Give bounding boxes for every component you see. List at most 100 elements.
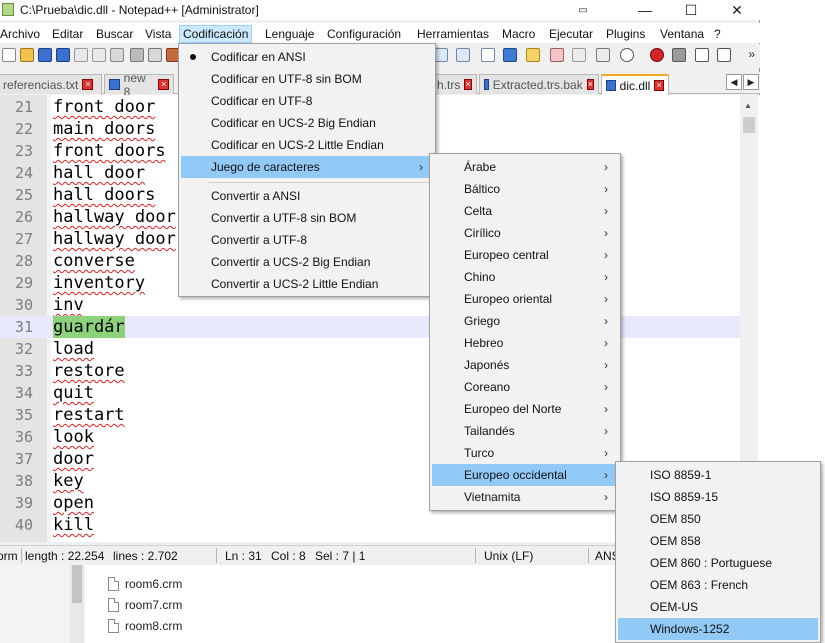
code-line[interactable]: 36 look: [0, 426, 740, 448]
western-encoding-item[interactable]: Windows-1252: [618, 618, 818, 640]
menu-macro[interactable]: Macro: [499, 25, 538, 43]
menu-item-encode-ansi[interactable]: Codificar en ANSI: [181, 46, 433, 68]
doc-map-icon[interactable]: [503, 48, 517, 62]
open-file-icon[interactable]: [20, 48, 34, 62]
charset-item[interactable]: Árabe ›: [432, 156, 618, 178]
file-item[interactable]: room8.crm: [108, 616, 182, 636]
print-icon[interactable]: [110, 48, 124, 62]
menu-ejecutar[interactable]: Ejecutar: [546, 25, 596, 43]
cut-icon[interactable]: [130, 48, 144, 62]
menu-editar[interactable]: Editar: [49, 25, 86, 43]
charset-item[interactable]: Europeo central ›: [432, 244, 618, 266]
code-line[interactable]: 34 quit: [0, 382, 740, 404]
maximize-button[interactable]: ☐: [676, 0, 706, 20]
menu-ventana[interactable]: Ventana: [657, 25, 707, 43]
current-line[interactable]: 31 guardár: [0, 316, 740, 338]
scroll-thumb[interactable]: [743, 117, 755, 133]
charset-item[interactable]: Coreano ›: [432, 376, 618, 398]
charset-item[interactable]: Europeo oriental ›: [432, 288, 618, 310]
close-tab-icon[interactable]: ×: [158, 79, 170, 90]
close-file-icon[interactable]: [74, 48, 88, 62]
charset-item[interactable]: Tailandés ›: [432, 420, 618, 442]
show-all-chars-icon[interactable]: [481, 48, 495, 62]
menu-item-convert-utf8[interactable]: Convertir a UTF-8: [181, 229, 433, 251]
play-macro-icon[interactable]: [695, 48, 709, 62]
charset-item[interactable]: Báltico ›: [432, 178, 618, 200]
charset-item[interactable]: Chino ›: [432, 266, 618, 288]
menu-vista[interactable]: Vista: [142, 25, 174, 43]
wrap-icon[interactable]: [434, 48, 448, 62]
folder-workspace-icon[interactable]: [526, 48, 540, 62]
indent-guide-icon[interactable]: [456, 48, 470, 62]
close-button[interactable]: ✕: [722, 0, 752, 20]
menu-item-convert-ucs2-le[interactable]: Convertir a UCS-2 Little Endian: [181, 273, 433, 295]
charset-item[interactable]: Griego ›: [432, 310, 618, 332]
stop-macro-icon[interactable]: [672, 48, 686, 62]
file-item[interactable]: room6.crm: [108, 574, 182, 594]
menu-item-convert-ucs2-be[interactable]: Convertir a UCS-2 Big Endian: [181, 251, 433, 273]
tab-scroll-left-button[interactable]: ◀: [726, 74, 742, 90]
menu-help[interactable]: ?: [711, 25, 724, 43]
close-tab-icon[interactable]: ×: [464, 79, 472, 90]
copy-icon[interactable]: [148, 48, 162, 62]
charset-item[interactable]: Cirílico ›: [432, 222, 618, 244]
menu-codificacion[interactable]: Codificación: [179, 25, 253, 43]
western-encoding-item[interactable]: OEM 863 : French: [618, 574, 818, 596]
western-encoding-item[interactable]: ISO 8859-15: [618, 486, 818, 508]
doc-list-icon[interactable]: [572, 48, 586, 62]
function-list-icon[interactable]: [550, 48, 564, 62]
record-macro-icon[interactable]: [650, 48, 664, 62]
menu-configuracion[interactable]: Configuración: [324, 25, 404, 43]
charset-item[interactable]: Hebreo ›: [432, 332, 618, 354]
western-encoding-item[interactable]: OEM 860 : Portuguese: [618, 552, 818, 574]
charset-item[interactable]: Europeo del Norte ›: [432, 398, 618, 420]
file-item[interactable]: room7.crm: [108, 595, 182, 615]
menu-item-encode-utf8-no-bom[interactable]: Codificar en UTF-8 sin BOM: [181, 68, 433, 90]
close-tab-icon[interactable]: ×: [586, 79, 594, 90]
western-encoding-item[interactable]: ISO 8859-1: [618, 464, 818, 486]
pin-icon[interactable]: ▭: [576, 0, 590, 20]
code-line[interactable]: 30 inv: [0, 294, 740, 316]
tab-referencias[interactable]: referencias.txt ×: [0, 74, 102, 94]
preview-eye-icon[interactable]: [620, 48, 634, 62]
tab-dic-dll[interactable]: dic.dll ×: [601, 74, 669, 95]
minimize-button[interactable]: —: [630, 0, 660, 20]
menu-item-convert-utf8-no-bom[interactable]: Convertir a UTF-8 sin BOM: [181, 207, 433, 229]
close-all-icon[interactable]: [92, 48, 106, 62]
western-encoding-item[interactable]: OEM 850: [618, 508, 818, 530]
menu-buscar[interactable]: Buscar: [93, 25, 136, 43]
menu-item-encode-ucs2-le[interactable]: Codificar en UCS-2 Little Endian: [181, 134, 433, 156]
tab-scroll-right-button[interactable]: ▶: [743, 74, 759, 90]
western-encoding-item[interactable]: OEM 858: [618, 530, 818, 552]
close-tab-icon[interactable]: ×: [82, 79, 94, 90]
code-line[interactable]: 35 restart: [0, 404, 740, 426]
run-macro-multiple-icon[interactable]: [717, 48, 731, 62]
menu-item-convert-ansi[interactable]: Convertir a ANSI: [181, 185, 433, 207]
western-encoding-item[interactable]: OEM-US: [618, 596, 818, 618]
menu-item-character-set[interactable]: Juego de caracteres ›: [181, 156, 433, 178]
code-line[interactable]: 33 restore: [0, 360, 740, 382]
charset-item[interactable]: Celta ›: [432, 200, 618, 222]
charset-item[interactable]: Japonés ›: [432, 354, 618, 376]
toolbar-overflow-icon[interactable]: »: [748, 47, 755, 61]
charset-item[interactable]: Europeo occidental ›: [432, 464, 618, 486]
charset-item[interactable]: Turco ›: [432, 442, 618, 464]
explorer-scroll-thumb[interactable]: [72, 565, 82, 603]
new-file-icon[interactable]: [2, 48, 16, 62]
menu-herramientas[interactable]: Herramientas: [414, 25, 492, 43]
menu-item-encode-utf8[interactable]: Codificar en UTF-8: [181, 90, 433, 112]
tab-extracted-trs-bak[interactable]: Extracted.trs.bak ×: [479, 74, 599, 94]
menu-archivo[interactable]: Archivo: [0, 25, 43, 43]
menu-lenguaje[interactable]: Lenguaje: [262, 25, 317, 43]
save-all-icon[interactable]: [56, 48, 70, 62]
menu-plugins[interactable]: Plugins: [603, 25, 648, 43]
monitoring-icon[interactable]: [596, 48, 610, 62]
charset-item[interactable]: Vietnamita ›: [432, 486, 618, 508]
close-tab-icon[interactable]: ×: [654, 80, 664, 91]
code-line[interactable]: 32 load: [0, 338, 740, 360]
save-icon[interactable]: [38, 48, 52, 62]
scroll-up-icon[interactable]: ▲: [744, 101, 752, 110]
tab-trs[interactable]: h.trs ×: [432, 74, 477, 94]
menu-item-encode-ucs2-be[interactable]: Codificar en UCS-2 Big Endian: [181, 112, 433, 134]
tab-new-8[interactable]: new 8 ×: [104, 71, 174, 99]
